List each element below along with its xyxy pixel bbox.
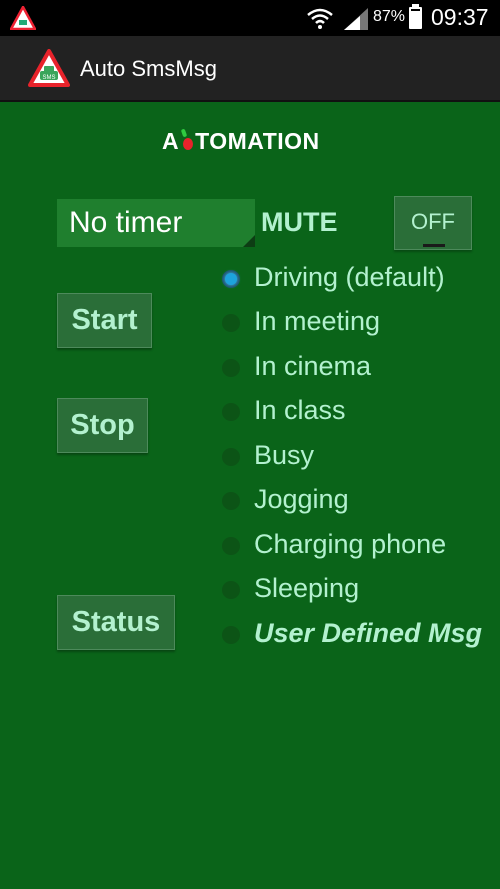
radio-label: Driving (default)	[254, 262, 445, 292]
timer-selected-value: No timer	[69, 206, 183, 239]
radio-label: In meeting	[254, 306, 381, 336]
radio-unchecked-icon	[222, 626, 240, 644]
toggle-indicator	[423, 244, 445, 247]
app-title: Auto SmsMsg	[80, 56, 217, 81]
automation-logo: A TOMATION	[162, 128, 338, 156]
signal-icon	[344, 8, 368, 30]
mute-label: MUTE	[261, 207, 338, 237]
radio-label: Busy	[254, 440, 315, 470]
radio-label: In cinema	[254, 351, 372, 381]
app-logo-icon: SMS	[28, 49, 70, 87]
radio-option-charging[interactable]: Charging phone	[220, 526, 490, 566]
status-bar: 87% 09:37	[0, 0, 500, 36]
mute-toggle[interactable]: OFF	[394, 196, 472, 250]
stop-button-label: Stop	[70, 409, 135, 441]
radio-label: In class	[254, 395, 346, 425]
radio-option-meeting[interactable]: In meeting	[220, 303, 490, 343]
mute-toggle-state: OFF	[411, 209, 455, 234]
battery-icon	[409, 7, 422, 29]
start-button-label: Start	[71, 304, 138, 336]
timer-spinner[interactable]: No timer	[57, 199, 255, 247]
radio-label: Jogging	[254, 484, 349, 514]
logo-prefix: A	[162, 128, 180, 154]
logo-suffix: TOMATION	[195, 128, 320, 154]
radio-unchecked-icon	[222, 537, 240, 555]
svg-text:SMS: SMS	[42, 75, 55, 81]
radio-unchecked-icon	[222, 581, 240, 599]
radio-unchecked-icon	[222, 448, 240, 466]
status-button-label: Status	[71, 606, 161, 638]
app-warning-icon	[10, 6, 36, 30]
radio-unchecked-icon	[222, 359, 240, 377]
logo-drop-icon	[180, 128, 194, 151]
radio-unchecked-icon	[222, 403, 240, 421]
radio-label: User Defined Msg	[254, 618, 483, 648]
radio-option-busy[interactable]: Busy	[220, 437, 490, 477]
status-time: 09:37	[431, 4, 489, 30]
radio-option-cinema[interactable]: In cinema	[220, 348, 490, 388]
radio-label: Sleeping	[254, 573, 360, 603]
radio-option-user-defined[interactable]: User Defined Msg	[220, 615, 490, 655]
action-bar: SMS Auto SmsMsg	[0, 36, 500, 102]
radio-label: Charging phone	[254, 529, 447, 559]
radio-option-sleeping[interactable]: Sleeping	[220, 570, 490, 610]
radio-option-class[interactable]: In class	[220, 392, 490, 432]
start-button[interactable]: Start	[57, 293, 152, 348]
radio-option-driving[interactable]: Driving (default)	[220, 259, 490, 299]
battery-percent: 87%	[373, 8, 406, 25]
radio-option-jogging[interactable]: Jogging	[220, 481, 490, 521]
stop-button[interactable]: Stop	[57, 398, 148, 453]
status-button[interactable]: Status	[57, 595, 175, 650]
radio-unchecked-icon	[222, 492, 240, 510]
radio-checked-icon	[222, 270, 240, 288]
radio-unchecked-icon	[222, 314, 240, 332]
spinner-corner-icon	[243, 235, 255, 247]
wifi-icon	[307, 8, 333, 29]
